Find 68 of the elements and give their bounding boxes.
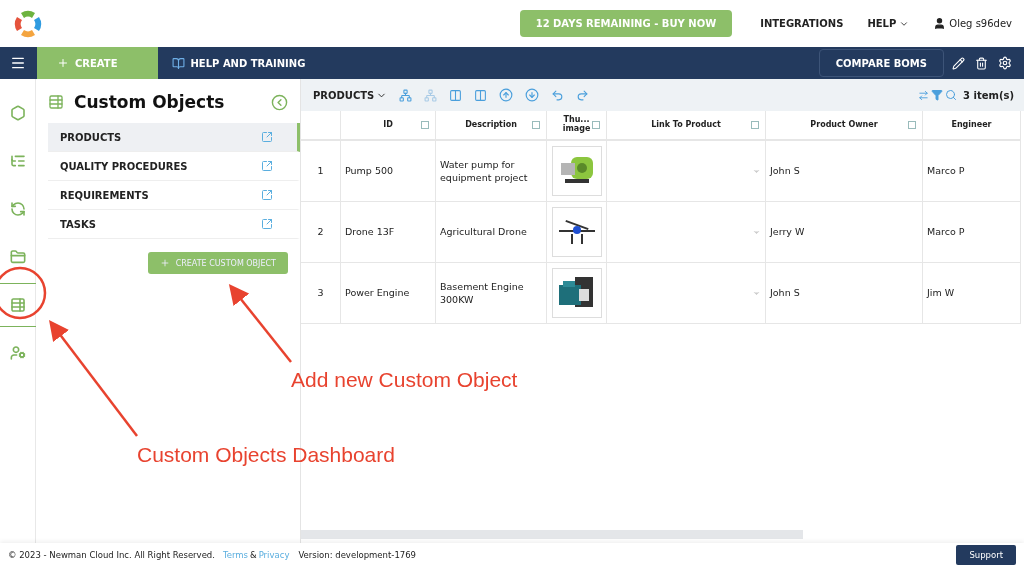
table-cell: Jim W [923,263,1021,324]
external-link-icon[interactable] [261,218,273,230]
redo-icon[interactable] [576,88,590,102]
row-number: 2 [301,202,341,263]
add-column-icon[interactable] [449,88,463,102]
column-header[interactable]: Product Owner [766,111,923,141]
external-link-icon[interactable] [261,131,273,143]
move-up-icon[interactable] [499,88,514,102]
table-cell: Marco P [923,202,1021,263]
table-cell: Basement Engine 300KW [436,263,547,324]
external-link-icon[interactable] [261,160,273,172]
menu-icon[interactable] [10,55,26,71]
nav-link[interactable]: INTEGRATIONS [760,18,844,29]
table-cell: Marco P [923,141,1021,202]
table-cell: John S [766,263,923,324]
help-training-button[interactable]: HELP AND TRAINING [157,47,320,79]
filter-icon[interactable] [592,121,600,129]
table-cell: Drone 13F [341,202,436,263]
plus-icon [57,57,69,69]
support-button[interactable]: Support [956,544,1016,565]
table-cell: Power Engine [341,263,436,324]
user-menu[interactable]: Oleg s96dev [933,17,1012,30]
book-icon [171,56,185,70]
table-cell: Water pump for equipment project [436,141,547,202]
collapse-icon[interactable] [271,93,288,111]
annotation-text: Add new Custom Object [291,368,518,392]
table-cell: Jerry W [766,202,923,263]
move-down-icon[interactable] [525,88,540,102]
filter-icon[interactable] [532,121,540,129]
nav-link[interactable]: HELP [867,18,910,29]
ampersand-text: & [250,549,257,560]
list-icon [48,94,64,110]
panel-title: Custom Objects [74,92,225,112]
copyright-text: © 2023 - Newman Cloud Inc. All Right Reserved. [8,549,215,560]
filter-icon[interactable] [931,89,944,101]
search-icon[interactable] [945,89,958,101]
custom-object-item[interactable]: PRODUCTS [48,123,300,152]
trash-icon[interactable] [975,56,988,70]
annotation-text: Custom Objects Dashboard [137,443,395,467]
user-icon [933,17,947,30]
plus-icon [159,258,170,268]
edit-icon[interactable] [952,56,965,70]
table-cell: John S [766,141,923,202]
column-header[interactable]: Engineer [923,111,1021,141]
compare-boms-button[interactable]: COMPARE BOMS [818,49,944,77]
row-number: 3 [301,263,341,324]
filter-icon[interactable] [421,121,429,129]
column-header[interactable]: Thu... image [547,111,607,141]
settings-icon[interactable] [998,56,1012,70]
table-cell: Agricultural Drone [436,202,547,263]
hierarchy-icon[interactable] [399,88,413,102]
remove-column-icon[interactable] [474,88,488,102]
row-number: 1 [301,141,341,202]
filter-icon[interactable] [908,121,916,129]
filter-icon[interactable] [751,121,759,129]
swap-icon[interactable] [918,89,930,101]
table-cell: Pump 500 [341,141,436,202]
external-link-icon[interactable] [261,189,273,201]
sidebar-icon[interactable] [0,283,36,327]
version-text: Version: development-1769 [298,549,416,560]
scrollbar[interactable] [301,530,803,539]
object-dropdown[interactable]: PRODUCTS [313,89,388,101]
undo-icon[interactable] [551,88,565,102]
column-header[interactable]: Link To Product [607,111,766,141]
column-header[interactable]: ID [341,111,436,141]
item-count: 3 item(s) [963,89,1014,101]
hierarchy-icon[interactable] [424,88,438,102]
column-header[interactable]: Description [436,111,547,141]
